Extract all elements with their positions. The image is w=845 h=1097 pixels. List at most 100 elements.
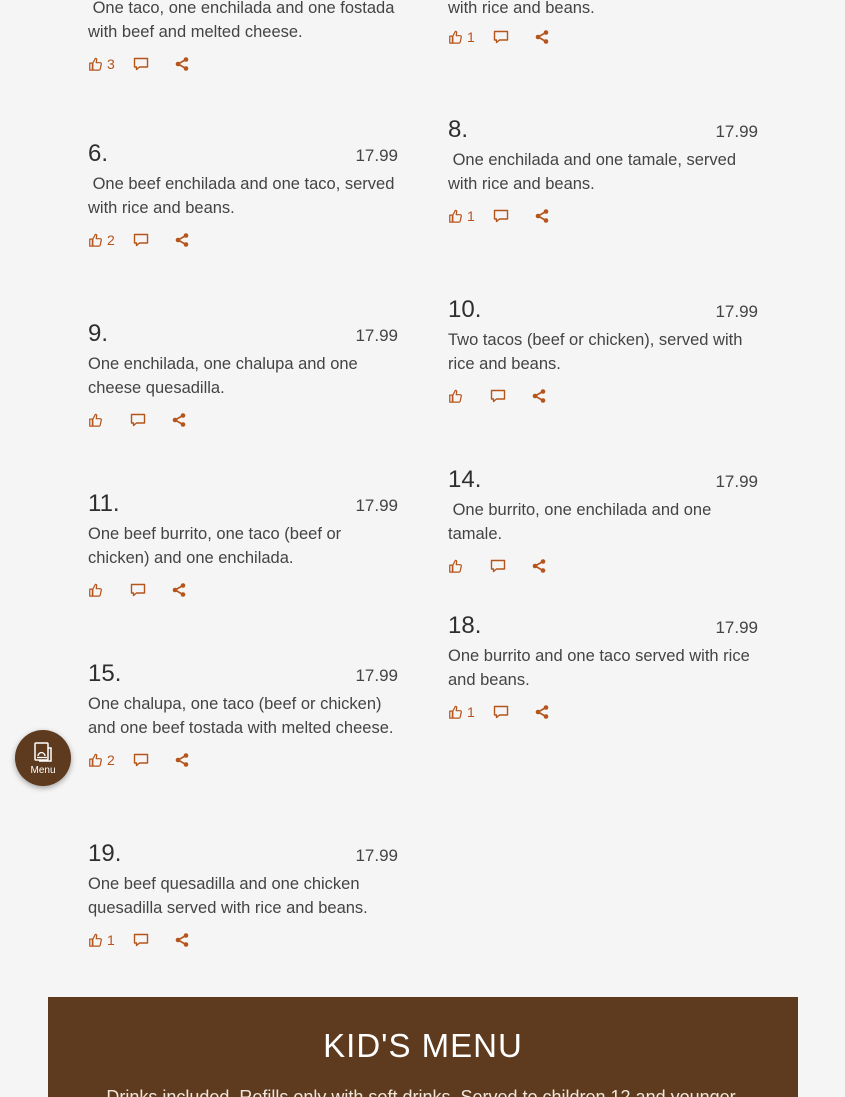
kids-menu-title: KID'S MENU [323,1027,523,1064]
thumbs-up-icon [449,559,462,573]
like-button[interactable]: 2 [88,752,115,768]
thumbs-up-icon [449,209,462,223]
item-actions: 1 [448,208,758,224]
menu-item-10: 10. 17.99 Two tacos (beef or chicken), s… [448,298,758,404]
like-count: 3 [107,56,115,72]
comment-button[interactable] [133,753,149,767]
thumbs-up-icon [89,413,102,427]
comment-button[interactable] [133,233,149,247]
share-button[interactable] [175,753,189,767]
share-icon [175,933,189,947]
share-button[interactable] [175,233,189,247]
comment-button[interactable] [490,389,506,403]
item-actions [88,412,398,428]
share-icon [175,233,189,247]
item-actions: 2 [88,232,398,248]
like-button[interactable]: 2 [88,232,115,248]
item-description: One enchilada and one tamale, served wit… [448,151,741,193]
like-button[interactable]: 1 [88,932,115,948]
share-button[interactable] [535,209,549,223]
item-description: with rice and beans. [448,0,595,17]
share-icon [175,753,189,767]
like-button[interactable]: 1 [448,29,475,45]
comment-icon [493,209,508,223]
like-count: 2 [107,232,115,248]
like-button[interactable]: 1 [448,208,475,224]
comment-icon [133,933,148,947]
share-button[interactable] [532,389,546,403]
like-button[interactable] [448,389,462,403]
item-price: 17.99 [355,496,398,515]
comment-icon [493,705,508,719]
item-number: 19. [88,840,122,867]
item-description: One burrito, one enchilada and one tamal… [448,501,716,543]
share-icon [172,583,186,597]
menu-book-icon [34,742,52,762]
item-price: 17.99 [715,302,758,321]
share-icon [535,209,549,223]
share-icon [172,413,186,427]
share-button[interactable] [172,413,186,427]
share-button[interactable] [532,559,546,573]
comment-button[interactable] [490,559,506,573]
item-actions: 1 [448,29,758,45]
comment-button[interactable] [493,209,509,223]
share-icon [532,559,546,573]
comment-button[interactable] [133,933,149,947]
item-price: 17.99 [355,846,398,865]
share-button[interactable] [172,583,186,597]
comment-icon [130,583,146,597]
like-button[interactable] [88,413,102,427]
item-number: 14. [448,466,482,493]
comment-button[interactable] [493,705,509,719]
item-number: 15. [88,660,122,687]
comment-icon [490,389,506,403]
comment-icon [133,233,148,247]
menu-item-14: 14. 17.99 One burrito, one enchilada and… [448,468,758,574]
menu-floating-button[interactable]: Menu [15,730,71,786]
share-button[interactable] [535,30,549,44]
comment-icon [130,413,146,427]
share-button[interactable] [175,57,189,71]
share-icon [532,389,546,403]
thumbs-up-icon [449,30,462,44]
comment-icon [133,753,148,767]
like-button[interactable] [88,583,102,597]
item-price: 17.99 [355,666,398,685]
item-number: 10. [448,296,482,323]
item-description: Two tacos (beef or chicken), served with… [448,331,747,373]
item-number: 6. [88,140,109,167]
comment-button[interactable] [130,583,146,597]
like-button[interactable]: 3 [88,56,115,72]
item-number: 11. [88,490,120,517]
comment-button[interactable] [133,57,149,71]
like-count: 1 [467,29,475,45]
share-button[interactable] [175,933,189,947]
kids-menu-subtitle: Drinks included. Refills only with soft … [106,1087,740,1097]
menu-item-18: 18. 17.99 One burrito and one taco serve… [448,612,758,721]
like-button[interactable]: 1 [448,704,475,720]
share-button[interactable] [535,705,549,719]
comment-button[interactable] [493,30,509,44]
thumbs-up-icon [89,583,102,597]
item-description: One enchilada, one chalupa and one chees… [88,355,363,397]
menu-item-9: 9. 17.99 One enchilada, one chalupa and … [88,322,398,428]
item-price: 17.99 [715,472,758,491]
menu-item-15: 15. 17.99 One chalupa, one taco (beef or… [88,660,398,769]
item-price: 17.99 [355,146,398,165]
thumbs-up-icon [449,705,462,719]
item-actions [448,558,758,574]
thumbs-up-icon [89,233,102,247]
item-description: One beef enchilada and one taco, served … [88,175,399,217]
item-number: 18. [448,612,482,639]
item-price: 17.99 [355,326,398,345]
menu-item-top-right: with rice and beans. 1 [448,0,758,45]
item-description: One beef quesadilla and one chicken ques… [88,875,368,917]
item-price: 17.99 [715,618,758,637]
comment-icon [493,30,508,44]
share-icon [175,57,189,71]
like-button[interactable] [448,559,462,573]
comment-button[interactable] [130,413,146,427]
item-description: One burrito and one taco served with ric… [448,647,755,689]
item-number: 8. [448,116,469,143]
